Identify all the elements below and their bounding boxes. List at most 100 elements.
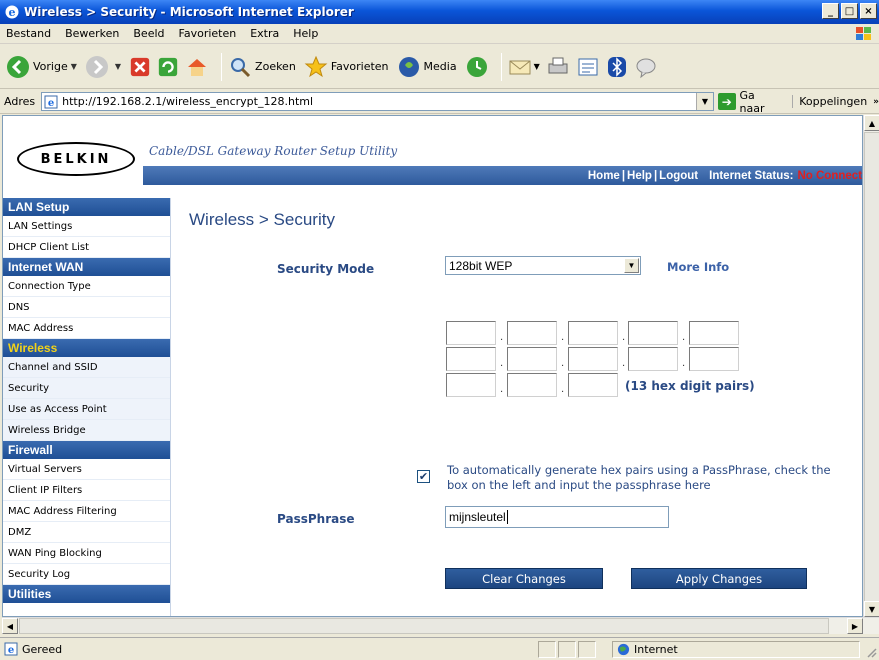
minimize-button[interactable]: _ (822, 3, 839, 19)
print-icon[interactable] (546, 55, 570, 79)
hex-key-field[interactable] (568, 347, 618, 371)
menu-help[interactable]: Help (293, 27, 318, 40)
sidebar-item-channel-ssid[interactable]: Channel and SSID (3, 357, 170, 378)
refresh-icon[interactable] (157, 56, 179, 78)
hex-key-field[interactable] (628, 347, 678, 371)
sidebar-section-utilities[interactable]: Utilities (3, 585, 170, 603)
sidebar-item-client-ip-filters[interactable]: Client IP Filters (3, 480, 170, 501)
nav-logout-link[interactable]: Logout (659, 170, 698, 182)
go-button[interactable]: ➔ Ga naar (717, 89, 782, 115)
stop-icon[interactable] (129, 56, 151, 78)
hex-separator: . (561, 384, 565, 395)
menu-tools[interactable]: Extra (250, 27, 279, 40)
favorites-button[interactable]: Favorieten (304, 55, 389, 79)
hex-key-field[interactable] (446, 347, 496, 371)
passphrase-hint: To automatically generate hex pairs usin… (447, 463, 831, 492)
sidebar-item-connection-type[interactable]: Connection Type (3, 276, 170, 297)
hex-separator: . (500, 332, 504, 343)
sidebar-item-wan-ping-blocking[interactable]: WAN Ping Blocking (3, 543, 170, 564)
mail-icon[interactable] (508, 55, 532, 79)
hex-key-field[interactable] (568, 321, 618, 345)
search-button[interactable]: Zoeken (228, 55, 296, 79)
bluetooth-icon[interactable] (606, 55, 628, 79)
hex-key-field[interactable] (446, 321, 496, 345)
sidebar-section-internet-wan[interactable]: Internet WAN (3, 258, 170, 276)
more-info-link[interactable]: More Info (667, 260, 729, 274)
sidebar-item-mac-filtering[interactable]: MAC Address Filtering (3, 501, 170, 522)
history-icon[interactable] (465, 55, 489, 79)
scroll-right-arrow-icon[interactable]: ▶ (847, 618, 863, 634)
scroll-thumb[interactable] (864, 132, 879, 602)
media-label: Media (423, 60, 457, 73)
main-content: Wireless > Security Security Mode 128bit… (171, 198, 862, 616)
hex-key-field[interactable] (507, 373, 557, 397)
vertical-scrollbar[interactable]: ▲ ▼ (863, 115, 879, 617)
passphrase-checkbox[interactable]: ✔ (417, 470, 430, 483)
back-button[interactable]: Vorige ▼ (6, 55, 77, 79)
passphrase-label: PassPhrase (277, 512, 355, 526)
sidebar-item-security-log[interactable]: Security Log (3, 564, 170, 585)
horizontal-scrollbar[interactable]: ◀ ▶ (2, 617, 879, 634)
hex-key-field[interactable] (446, 373, 496, 397)
page-viewport: BELKIN Cable/DSL Gateway Router Setup Ut… (2, 115, 863, 617)
hex-key-field[interactable] (689, 347, 739, 371)
sidebar-item-lan-settings[interactable]: LAN Settings (3, 216, 170, 237)
sidebar-section-wireless[interactable]: Wireless (3, 339, 170, 357)
address-dropdown-button[interactable]: ▼ (695, 93, 713, 110)
zone-label: Internet (634, 643, 678, 656)
media-button[interactable]: Media (397, 55, 457, 79)
hex-key-field[interactable] (628, 321, 678, 345)
hex-key-field[interactable] (689, 321, 739, 345)
address-input[interactable]: e http://192.168.2.1/wireless_encrypt_12… (41, 92, 714, 111)
hex-key-field[interactable] (568, 373, 618, 397)
sidebar-item-access-point[interactable]: Use as Access Point (3, 399, 170, 420)
sidebar-item-virtual-servers[interactable]: Virtual Servers (3, 459, 170, 480)
close-button[interactable]: × (860, 3, 877, 19)
scroll-left-arrow-icon[interactable]: ◀ (2, 618, 18, 634)
svg-text:e: e (8, 645, 14, 656)
sidebar-item-security[interactable]: Security (3, 378, 170, 399)
address-url: http://192.168.2.1/wireless_encrypt_128.… (62, 95, 314, 108)
resize-grip-icon[interactable] (865, 646, 877, 658)
page-done-icon: e (4, 642, 18, 656)
page-header: BELKIN Cable/DSL Gateway Router Setup Ut… (3, 116, 862, 198)
scroll-up-arrow-icon[interactable]: ▲ (864, 115, 879, 131)
maximize-button[interactable]: □ (841, 3, 858, 19)
links-button[interactable]: Koppelingen (792, 95, 867, 108)
chevron-down-icon[interactable]: ▼ (624, 258, 639, 273)
passphrase-input[interactable]: mijnsleutel (445, 506, 669, 528)
sidebar-item-dhcp-client-list[interactable]: DHCP Client List (3, 237, 170, 258)
menu-edit[interactable]: Bewerken (65, 27, 119, 40)
apply-changes-button[interactable]: Apply Changes (631, 568, 807, 589)
sidebar-section-firewall[interactable]: Firewall (3, 441, 170, 459)
security-mode-select[interactable]: 128bit WEP ▼ (445, 256, 641, 275)
clear-changes-button[interactable]: Clear Changes (445, 568, 603, 589)
menu-favorites[interactable]: Favorieten (179, 27, 237, 40)
edit-icon[interactable] (576, 55, 600, 79)
hex-key-field[interactable] (507, 321, 557, 345)
toolbar: Vorige ▼ ▼ Zoeken Favorieten Media ▼ (0, 45, 879, 89)
toolbar-separator (221, 52, 223, 81)
hscroll-thumb[interactable] (19, 618, 829, 634)
chevron-right-icon[interactable]: » (873, 97, 879, 107)
menu-view[interactable]: Beeld (133, 27, 164, 40)
messenger-icon[interactable] (634, 55, 658, 79)
scroll-down-arrow-icon[interactable]: ▼ (864, 601, 879, 617)
home-icon[interactable] (185, 55, 209, 79)
nav-home-link[interactable]: Home (588, 170, 620, 182)
internet-status-value: No Connect (797, 169, 862, 182)
menu-file[interactable]: Bestand (6, 27, 51, 40)
forward-button[interactable]: ▼ (85, 55, 121, 79)
windows-logo-icon (856, 27, 871, 40)
security-zone[interactable]: Internet (612, 641, 860, 658)
chevron-down-icon[interactable]: ▼ (534, 62, 540, 71)
sidebar-item-mac-address[interactable]: MAC Address (3, 318, 170, 339)
nav-help-link[interactable]: Help (627, 170, 652, 182)
sidebar-item-dns[interactable]: DNS (3, 297, 170, 318)
sidebar-item-dmz[interactable]: DMZ (3, 522, 170, 543)
window-title: Wireless > Security - Microsoft Internet… (24, 5, 354, 19)
sidebar-item-wireless-bridge[interactable]: Wireless Bridge (3, 420, 170, 441)
sidebar-section-lan-setup[interactable]: LAN Setup (3, 198, 170, 216)
belkin-logo[interactable]: BELKIN (17, 142, 135, 176)
hex-key-field[interactable] (507, 347, 557, 371)
